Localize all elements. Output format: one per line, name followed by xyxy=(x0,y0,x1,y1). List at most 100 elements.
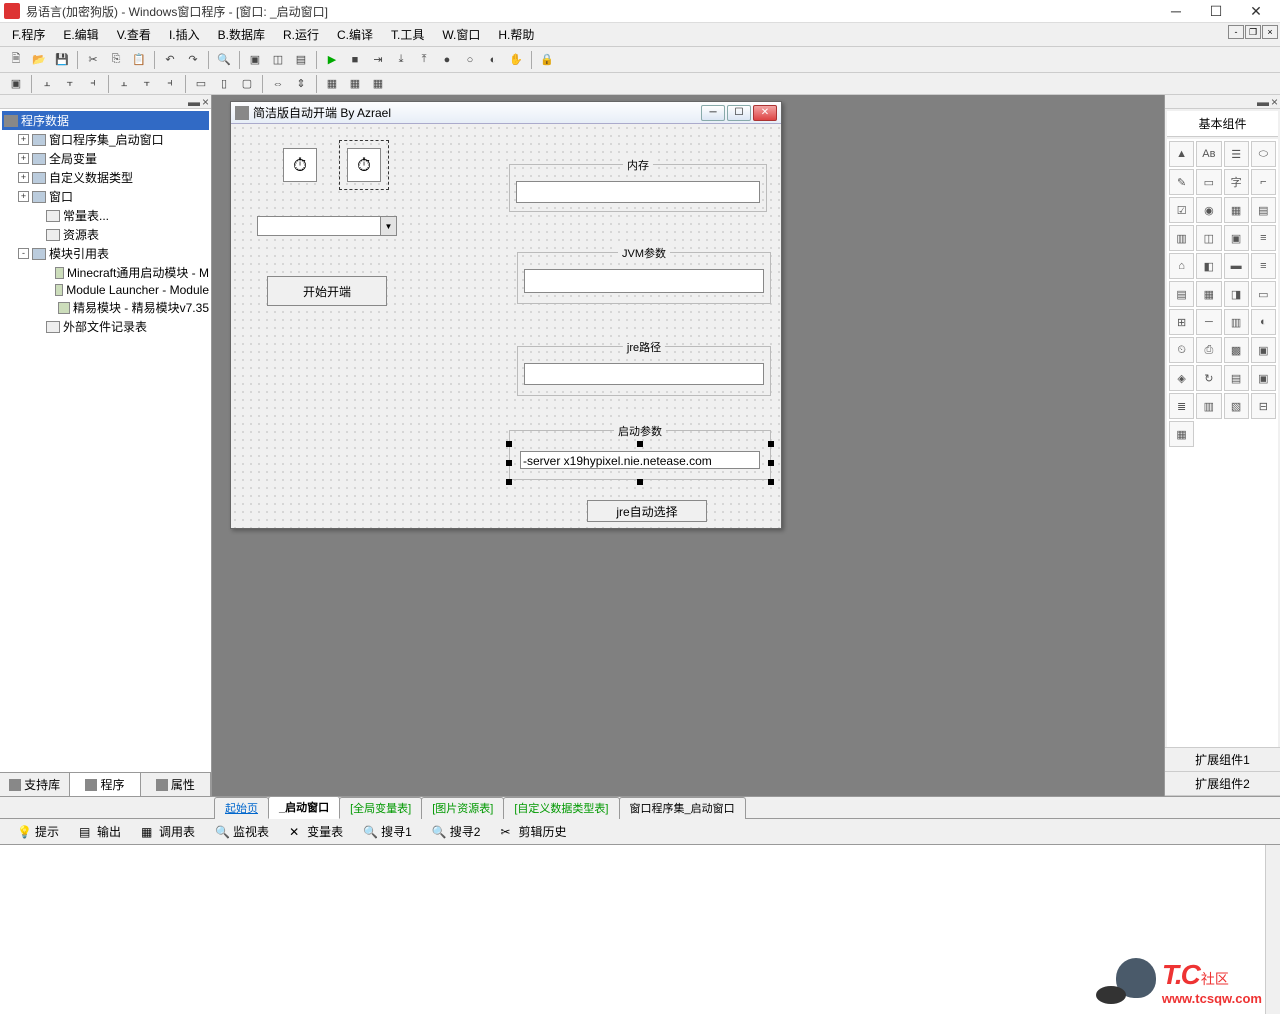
tb-open[interactable]: 📂 xyxy=(29,50,49,70)
mdi-restore[interactable]: ❐ xyxy=(1245,25,1261,39)
al-h[interactable]: ▯ xyxy=(214,74,234,94)
tree-node[interactable]: -模块引用表 xyxy=(18,244,209,263)
palette-item-1[interactable]: Aв xyxy=(1196,141,1221,167)
tree-node[interactable]: +全局变量 xyxy=(18,149,209,168)
tab-start[interactable]: 起始页 xyxy=(214,797,269,819)
form-min-button[interactable]: ─ xyxy=(701,105,725,121)
palette-ext1[interactable]: 扩展组件1 xyxy=(1165,748,1280,772)
palette-item-29[interactable]: ⎙ xyxy=(1196,337,1221,363)
tab-startup-window[interactable]: _启动窗口 xyxy=(268,796,340,819)
expander-icon[interactable]: + xyxy=(18,134,29,145)
start-button[interactable]: 开始开端 xyxy=(267,276,387,306)
tb-win2[interactable]: ◫ xyxy=(268,50,288,70)
palette-ext2[interactable]: 扩展组件2 xyxy=(1165,772,1280,796)
tree-node[interactable]: 精易模块 - 精易模块v7.35 xyxy=(18,298,209,317)
tb-find[interactable]: 🔍 xyxy=(214,50,234,70)
tree-node[interactable]: 外部文件记录表 xyxy=(18,317,209,336)
palette-item-0[interactable]: ▲ xyxy=(1169,141,1194,167)
palette-item-36[interactable]: ≣ xyxy=(1169,393,1194,419)
tb-step1[interactable]: ⇥ xyxy=(368,50,388,70)
tb-win1[interactable]: ▣ xyxy=(245,50,265,70)
palette-item-18[interactable]: ▬ xyxy=(1224,253,1249,279)
palette-item-34[interactable]: ▤ xyxy=(1224,365,1249,391)
menu-edit[interactable]: E.编辑 xyxy=(55,24,106,45)
ltab-program[interactable]: 程序 xyxy=(70,773,140,796)
jre-auto-button[interactable]: jre自动选择 xyxy=(587,500,707,522)
tb-copy[interactable]: ⎘ xyxy=(106,50,126,70)
palette-item-20[interactable]: ▤ xyxy=(1169,281,1194,307)
tb-new[interactable]: 🗎 xyxy=(6,50,26,70)
palette-item-32[interactable]: ◈ xyxy=(1169,365,1194,391)
tb-save[interactable]: 💾 xyxy=(52,50,72,70)
palette-item-15[interactable]: ≡ xyxy=(1251,225,1276,251)
project-tree[interactable]: 程序数据 +窗口程序集_启动窗口+全局变量+自定义数据类型+窗口常量表...资源… xyxy=(0,109,211,772)
menu-window[interactable]: W.窗口 xyxy=(434,24,488,45)
panel-pin-icon[interactable]: ▬ xyxy=(188,95,200,109)
btab-output[interactable]: ▤输出 xyxy=(70,820,130,843)
tb-cut[interactable]: ✂ xyxy=(83,50,103,70)
palette-item-7[interactable]: ⌐ xyxy=(1251,169,1276,195)
palette-item-39[interactable]: ⊟ xyxy=(1251,393,1276,419)
jre-input[interactable] xyxy=(524,363,764,385)
expander-icon[interactable]: - xyxy=(18,248,29,259)
expander-icon[interactable]: + xyxy=(18,153,29,164)
tab-types[interactable]: [自定义数据类型表] xyxy=(503,797,619,819)
ltab-support[interactable]: 支持库 xyxy=(0,773,70,796)
tree-node[interactable]: +窗口程序集_启动窗口 xyxy=(18,130,209,149)
tb-run[interactable]: ▶ xyxy=(322,50,342,70)
tree-node[interactable]: 资源表 xyxy=(18,225,209,244)
mdi-minimize[interactable]: - xyxy=(1228,25,1244,39)
minimize-button[interactable]: ─ xyxy=(1156,0,1196,22)
tab-images[interactable]: [图片资源表] xyxy=(421,797,504,819)
palette-item-21[interactable]: ▦ xyxy=(1196,281,1221,307)
form-close-button[interactable]: ✕ xyxy=(753,105,777,121)
menu-run[interactable]: R.运行 xyxy=(275,24,327,45)
form-max-button[interactable]: ☐ xyxy=(727,105,751,121)
al-sv[interactable]: ⇕ xyxy=(291,74,311,94)
btab-calls[interactable]: ▦调用表 xyxy=(132,820,204,843)
menu-insert[interactable]: I.插入 xyxy=(161,24,208,45)
tb-step3[interactable]: ⤒ xyxy=(414,50,434,70)
palette-item-25[interactable]: ─ xyxy=(1196,309,1221,335)
panel-close-icon[interactable]: × xyxy=(1271,95,1278,108)
tree-node[interactable]: 常量表... xyxy=(18,206,209,225)
al-mid[interactable]: ⫟ xyxy=(137,74,157,94)
tb-bp2[interactable]: ○ xyxy=(460,50,480,70)
palette-item-40[interactable]: ▦ xyxy=(1169,421,1194,447)
palette-item-3[interactable]: ⬭ xyxy=(1251,141,1276,167)
design-surface[interactable]: 简洁版自动开端 By Azrael ─ ☐ ✕ ⏱ ⏱ ▼ 开始开端 xyxy=(212,95,1164,796)
al-w[interactable]: ▭ xyxy=(191,74,211,94)
btab-clip[interactable]: ✂剪辑历史 xyxy=(491,820,575,843)
btab-search1[interactable]: 🔍搜寻1 xyxy=(354,820,421,843)
palette-item-4[interactable]: ✎ xyxy=(1169,169,1194,195)
tab-winprog[interactable]: 窗口程序集_启动窗口 xyxy=(619,797,746,819)
menu-program[interactable]: F.程序 xyxy=(4,24,53,45)
al-top[interactable]: ⫠ xyxy=(114,74,134,94)
palette-item-37[interactable]: ▥ xyxy=(1196,393,1221,419)
ltab-props[interactable]: 属性 xyxy=(141,773,211,796)
palette-item-35[interactable]: ▣ xyxy=(1251,365,1276,391)
btab-watch[interactable]: 🔍监视表 xyxy=(206,820,278,843)
tb-step2[interactable]: ⤓ xyxy=(391,50,411,70)
palette-item-8[interactable]: ☑ xyxy=(1169,197,1194,223)
al-g3[interactable]: ▦ xyxy=(368,74,388,94)
btab-tips[interactable]: 💡提示 xyxy=(8,820,68,843)
palette-item-27[interactable]: ◐ xyxy=(1251,309,1276,335)
tree-node[interactable]: Module Launcher - Module xyxy=(18,282,209,298)
tb-lock[interactable]: 🔒 xyxy=(537,50,557,70)
timer2-control[interactable]: ⏱ xyxy=(347,148,381,182)
tb-win3[interactable]: ▤ xyxy=(291,50,311,70)
palette-item-16[interactable]: ⌂ xyxy=(1169,253,1194,279)
al-g2[interactable]: ▦ xyxy=(345,74,365,94)
tb-paste[interactable]: 📋 xyxy=(129,50,149,70)
close-button[interactable]: ✕ xyxy=(1236,0,1276,22)
form-body[interactable]: ⏱ ⏱ ▼ 开始开端 内存 JVM参数 xyxy=(231,124,781,528)
palette-item-5[interactable]: ▭ xyxy=(1196,169,1221,195)
tab-globals[interactable]: [全局变量表] xyxy=(339,797,422,819)
tree-root[interactable]: 程序数据 xyxy=(2,111,209,130)
palette-item-38[interactable]: ▧ xyxy=(1224,393,1249,419)
al-sh[interactable]: ⇔ xyxy=(268,74,288,94)
mdi-close[interactable]: × xyxy=(1262,25,1278,39)
palette-item-13[interactable]: ◫ xyxy=(1196,225,1221,251)
expander-icon[interactable]: + xyxy=(18,172,29,183)
